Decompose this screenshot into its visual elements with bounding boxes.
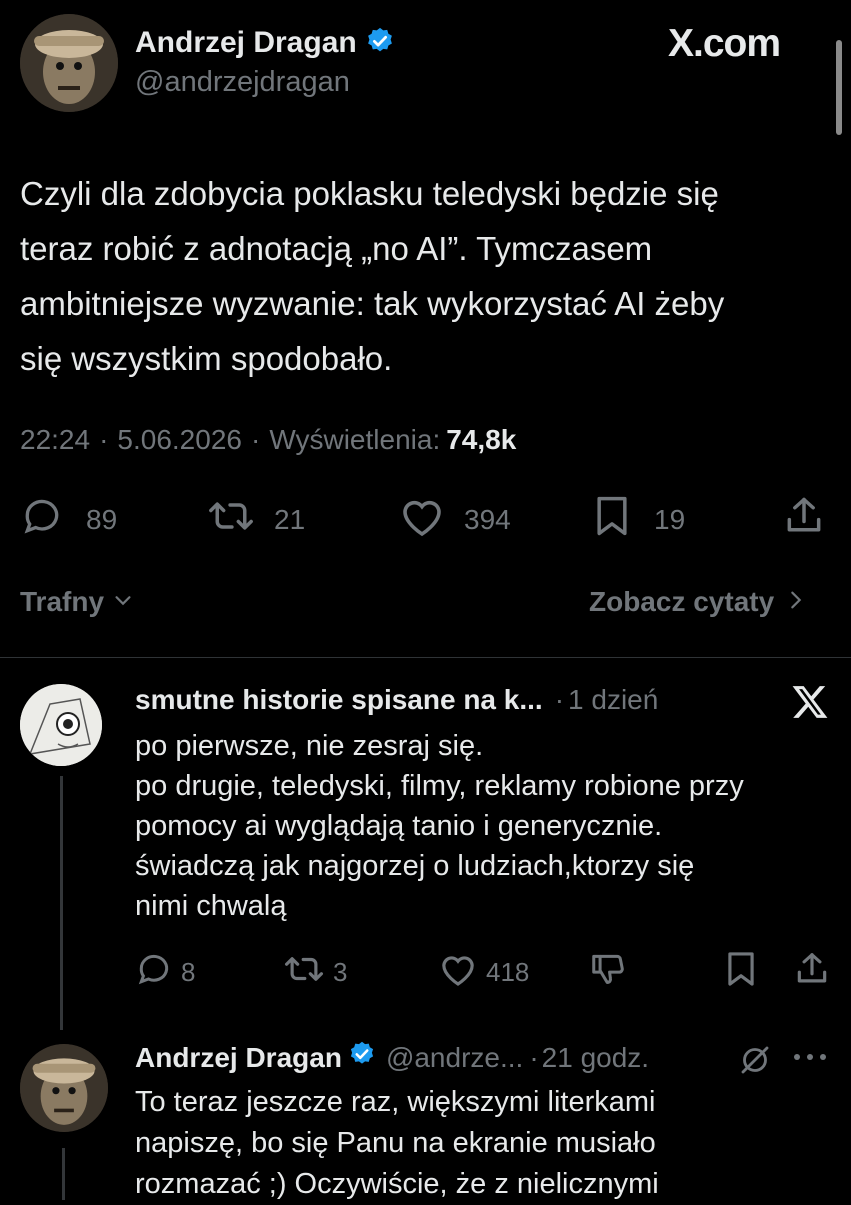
tweet-date[interactable]: 5.06.2026 [117,424,242,456]
reply-text-line: po drugie, teledyski, filmy, reklamy rob… [135,770,744,802]
reply-dislike-button[interactable] [588,950,628,993]
author-avatar[interactable] [20,14,118,112]
tweet-text-line: teraz robić z adnotacją „no AI”. Tymczas… [20,230,653,267]
like-count: 394 [464,503,511,535]
reply2-text-line: napiszę, bo się Panu na ekranie musiało [135,1127,656,1159]
reply2-time[interactable]: 21 godz. [542,1042,649,1074]
thread-line [62,1148,65,1200]
x-brand-label: X.com [668,22,781,65]
repost-icon [283,950,325,995]
bookmark-icon [724,950,758,993]
bookmark-button[interactable]: 19 [592,494,685,545]
share-icon [793,950,831,993]
reply-button[interactable]: 89 [20,494,117,545]
reply-reply-button[interactable]: 8 [135,950,195,995]
verified-badge-icon [348,1040,376,1075]
reply-repost-button[interactable]: 3 [283,950,347,995]
reply2-handle[interactable]: @andrze... [386,1042,523,1074]
reply-avatar[interactable] [20,684,102,766]
tweet-time[interactable]: 22:24 [20,424,90,456]
reply-author-name[interactable]: smutne historie spisane na k... [135,684,543,716]
bookmark-count: 19 [654,503,686,535]
reply2-avatar[interactable] [20,1044,108,1132]
repost-button[interactable]: 21 [206,494,305,545]
tweet-text-line: się wszystkim spodobało. [20,340,393,377]
like-count: 418 [486,957,530,987]
reply-icon [20,494,64,545]
share-icon [782,494,826,543]
reply-icon [135,950,173,995]
sort-label: Trafny [20,586,105,617]
heart-icon [398,494,446,545]
thread-line [60,776,63,1030]
reply2-text-line: To teraz jeszcze raz, większymi literkam… [135,1086,656,1118]
verified-badge-icon [365,26,395,61]
reply-text-line: pomocy ai wyglądają tanio i generycznie. [135,810,663,842]
chevron-right-icon [786,586,806,618]
author-name[interactable]: Andrzej Dragan [135,26,357,60]
like-button[interactable]: 394 [398,494,511,545]
reply-bookmark-button[interactable] [724,950,758,993]
x-logo-icon [791,684,829,725]
tweet-text-line: Czyli dla zdobycia poklasku teledyski bę… [20,175,719,212]
quotes-label: Zobacz cytaty [589,586,775,617]
scrollbar-thumb[interactable] [836,40,842,135]
reply-count: 8 [181,957,196,987]
tweet-text: Czyli dla zdobycia poklasku teledyski bę… [20,166,724,386]
thumbs-down-icon [588,950,628,993]
divider [0,657,851,658]
share-button[interactable] [782,494,826,543]
views-value: 74,8k [446,424,517,455]
reply-count: 89 [86,503,118,535]
reply2-text: To teraz jeszcze raz, większymi literkam… [135,1082,659,1205]
author-handle[interactable]: @andrzejdragan [135,66,350,99]
sort-dropdown[interactable]: Trafny [20,586,134,618]
reply-text-line: świadczą jak najgorzej o ludziach,ktorzy… [135,850,695,882]
tweet-text-line: ambitniejsze wyzwanie: tak wykorzystać A… [20,285,725,322]
heart-icon [438,950,478,995]
bookmark-icon [592,494,632,545]
chevron-down-icon [112,586,134,618]
reply-text-line: nimi chwalą [135,890,287,922]
grok-icon[interactable] [737,1042,773,1083]
reply-text: po pierwsze, nie zesraj się. po drugie, … [135,726,744,926]
reply-time[interactable]: 1 dzień [568,684,658,716]
reply2-text-line: rozmazać ;) Oczywiście, że z nielicznymi [135,1168,659,1200]
repost-icon [206,494,256,545]
reply-like-button[interactable]: 418 [438,950,529,995]
more-options-icon[interactable] [792,1050,828,1069]
repost-count: 21 [274,503,306,535]
views-label: Wyświetlenia: [269,424,441,455]
repost-count: 3 [333,957,348,987]
reply-share-button[interactable] [793,950,831,993]
tweet-meta: 22:24 · 5.06.2026 · Wyświetlenia: 74,8k [20,424,517,456]
reply-text-line: po pierwsze, nie zesraj się. [135,730,484,762]
reply2-author-name[interactable]: Andrzej Dragan [135,1042,342,1074]
quotes-link[interactable]: Zobacz cytaty [589,586,806,618]
